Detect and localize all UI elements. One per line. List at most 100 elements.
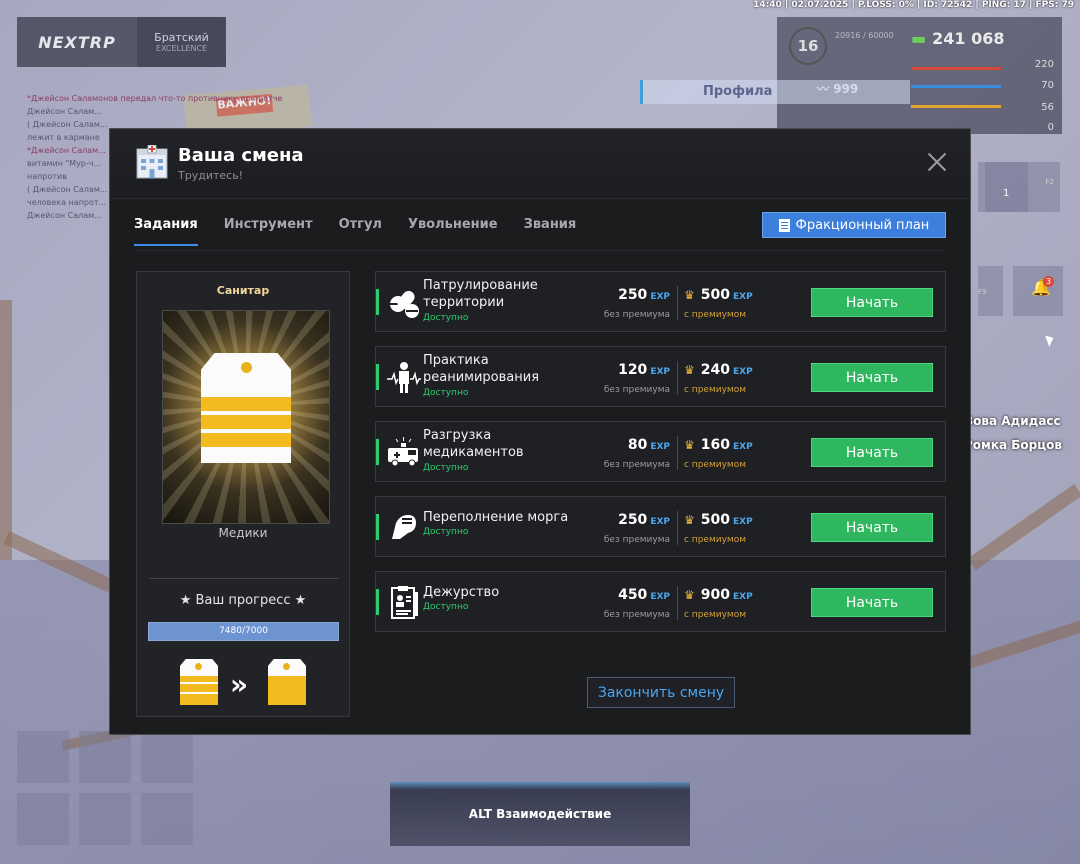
start-task-button[interactable]: Начать (811, 363, 933, 392)
premium-label: с премиумом (684, 535, 746, 545)
rank-divider (149, 578, 339, 579)
task-exp: 250 EXP (618, 287, 670, 303)
progress-bar: 7480/7000 (148, 622, 339, 641)
start-task-button[interactable]: Начать (811, 288, 933, 317)
no-premium-label: без премиума (603, 535, 670, 545)
crown-icon: ♛ (684, 513, 695, 527)
epaulet-icon (201, 353, 291, 463)
water-value: 56 (1041, 102, 1054, 113)
task-accent (376, 289, 379, 315)
mouse-cursor (1045, 333, 1056, 347)
start-task-button[interactable]: Начать (811, 588, 933, 617)
task-name-line: Практика (423, 353, 489, 368)
status-bar: 14:40 | 02.07.2025 | P.LOSS: 0% | ID: 72… (753, 0, 1074, 10)
start-task-button[interactable]: Начать (811, 513, 933, 542)
exp-divider (677, 586, 678, 620)
player-stats-panel: 16 20916 / 60000 ▬241 068 〰 999 220 70 5… (777, 17, 1062, 134)
no-premium-label: без премиума (603, 310, 670, 320)
tab-ranks[interactable]: Звания (524, 217, 577, 246)
hotbar-slot[interactable] (141, 731, 193, 783)
task-row: Разгрузка медикаментов Доступно 80 EXP без… (375, 421, 946, 482)
task-name-line: Разгрузка (423, 428, 492, 443)
chat-line: Джейсон Салам... (27, 107, 102, 116)
clipboard-icon (391, 586, 418, 619)
epaulet-button (283, 663, 290, 670)
task-status: Доступно (423, 388, 469, 398)
task-accent (376, 589, 379, 615)
hotbar-slot[interactable] (79, 731, 131, 783)
task-exp: 80 EXP (628, 437, 670, 453)
task-status: Доступно (423, 313, 469, 323)
rank-card: Санитар Медики ★ Ваш прогресс ★ 7480/700… (136, 271, 350, 717)
logo-text: NEXTRP (17, 17, 137, 67)
crown-icon: ♛ (684, 588, 695, 602)
exp-value: 250 (618, 512, 648, 528)
task-accent (376, 439, 379, 465)
exp-unit: EXP (650, 592, 670, 602)
task-name-line: Переполнение морга (423, 510, 569, 525)
hotbar-slot[interactable] (141, 793, 193, 845)
epaulet-stripe (180, 676, 218, 682)
rank-group: Медики (218, 526, 268, 540)
epaulet-stripe (201, 433, 291, 447)
chat-line: *Джейсон Саламонов передал что-то против… (27, 94, 283, 103)
hotbar-slot[interactable] (79, 793, 131, 845)
exp-premium-value: 160 (700, 437, 730, 453)
epaulet-stripe (268, 676, 306, 705)
finish-shift-button[interactable]: Закончить смену (587, 677, 735, 708)
crown-icon: ♛ (684, 438, 695, 452)
task-row: Патрулирование территории Доступно 250 EXP… (375, 271, 946, 332)
exp-unit: EXP (650, 517, 670, 527)
level-badge: 16 (789, 27, 827, 65)
cash-icon: ▬ (911, 29, 927, 48)
rank-name: Санитар (216, 284, 270, 297)
tab-dismissal[interactable]: Увольнение (408, 217, 498, 246)
start-task-button[interactable]: Начать (811, 438, 933, 467)
no-premium-label: без премиума (603, 385, 670, 395)
exp-premium-value: 900 (700, 587, 730, 603)
exp-premium-value: 500 (700, 287, 730, 303)
hotbar-slot[interactable] (17, 793, 69, 845)
exp-unit: EXP (650, 292, 670, 302)
server-info: Братский EXCELLENCE (137, 17, 226, 67)
premium-label: с премиумом (684, 310, 746, 320)
task-exp-premium: ♛ 900 EXP (684, 587, 753, 603)
crown-icon: ♛ (684, 363, 695, 377)
exp-unit: EXP (733, 442, 753, 452)
tabs-divider (134, 250, 946, 251)
progress-text: 7480/7000 (219, 626, 268, 636)
task-row: Дежурство Доступно 450 EXP без премиума ♛… (375, 571, 946, 632)
tab-dayoff[interactable]: Отгул (339, 217, 382, 246)
shift-modal: Ваша смена Трудитесь! Задания Инструмент… (109, 128, 971, 735)
inventory-slot[interactable]: F9 (978, 266, 1003, 316)
premium-label: с премиумом (684, 385, 746, 395)
profile-banner: Профила (640, 80, 910, 104)
task-name: Практика реанимирования (423, 352, 539, 386)
document-icon (778, 218, 790, 232)
exp-premium-value: 240 (700, 362, 730, 378)
epaulet-stripe (201, 397, 291, 411)
logo-label: NEXTRP (38, 32, 116, 52)
close-icon[interactable] (926, 151, 948, 173)
task-name-line: территории (423, 295, 505, 310)
notification-button[interactable]: 🔔 3 (1013, 266, 1063, 316)
task-exp: 250 EXP (618, 512, 670, 528)
epaulet-stripe (201, 415, 291, 429)
epaulet-stripe (180, 694, 218, 705)
epaulet-button (241, 362, 252, 373)
tab-bar: Задания Инструмент Отгул Увольнение Зван… (134, 217, 602, 246)
player-name: Ромка Борцов (964, 438, 1062, 452)
tab-tool[interactable]: Инструмент (224, 217, 313, 246)
task-accent (376, 364, 379, 390)
current-rank-icon (180, 659, 218, 705)
faction-plan-button[interactable]: Фракционный план (762, 212, 946, 238)
server-logo: NEXTRP Братский EXCELLENCE (17, 17, 226, 67)
inventory-slot[interactable]: 1 F2 (985, 162, 1060, 212)
exp-unit: EXP (650, 367, 670, 377)
next-rank-arrows-icon: » (230, 668, 248, 701)
tab-tasks[interactable]: Задания (134, 217, 198, 246)
epaulet-button (195, 663, 202, 670)
task-exp-premium: ♛ 240 EXP (684, 362, 753, 378)
task-status: Доступно (423, 602, 469, 612)
hotbar-slot[interactable] (17, 731, 69, 783)
